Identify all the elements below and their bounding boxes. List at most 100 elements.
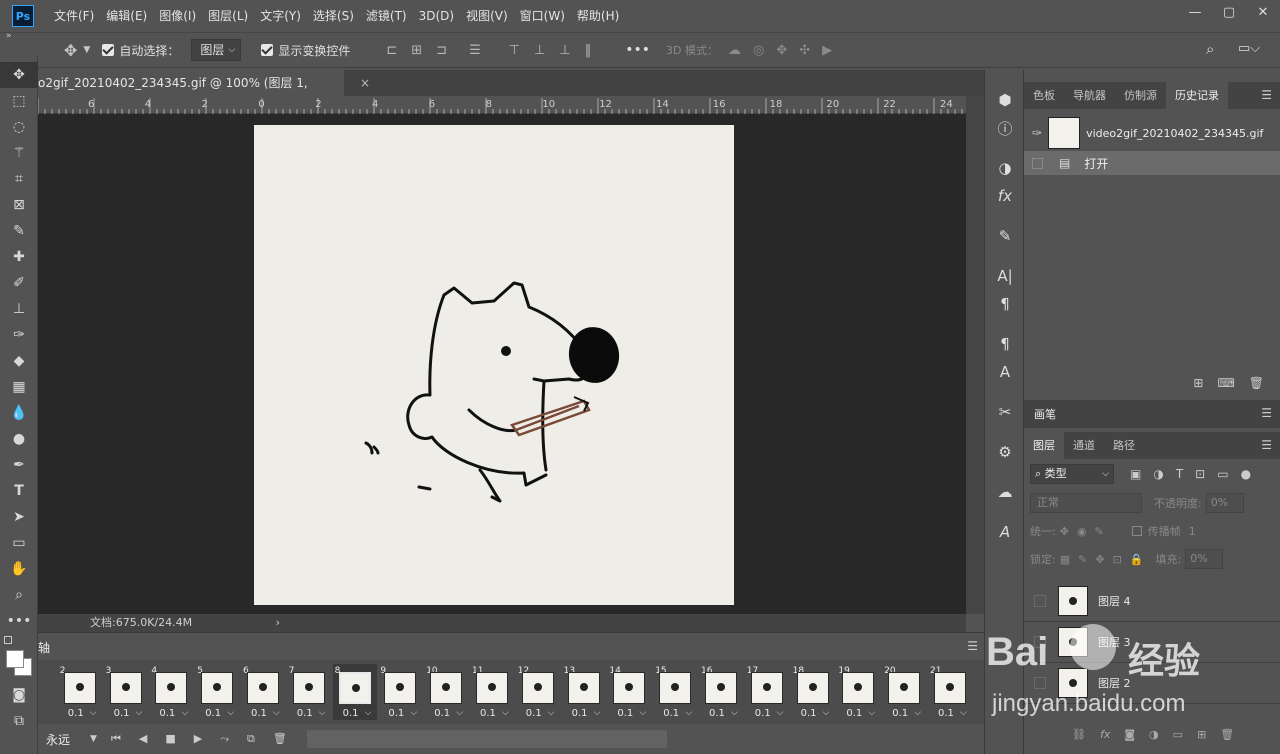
trash-icon[interactable]: 🗑 <box>1249 376 1264 390</box>
panel-tab[interactable]: 历史记录 <box>1166 82 1228 109</box>
chevron-down-icon[interactable]: ⌵ <box>548 708 555 718</box>
healing-brush-tool-icon[interactable]: ✚ <box>0 244 38 270</box>
search-icon[interactable]: ⌕ <box>1206 40 1214 58</box>
new-layer-icon[interactable]: ⊞ <box>1197 728 1206 741</box>
path-selection-tool-icon[interactable]: ➤ <box>0 504 38 530</box>
frame-delay[interactable]: 0.1 <box>114 708 130 719</box>
align-middle-icon[interactable]: ⊥ <box>534 43 545 58</box>
menu-item[interactable]: 文字(Y) <box>254 0 307 32</box>
chevron-down-icon[interactable]: ⌵ <box>273 708 280 718</box>
panel-menu-icon[interactable]: ☰ <box>1261 82 1272 109</box>
menu-item[interactable]: 图层(L) <box>202 0 254 32</box>
adjustment-layer-icon[interactable]: ◑ <box>1149 728 1159 741</box>
gradient-tool-icon[interactable]: ▦ <box>0 374 38 400</box>
chevron-down-icon[interactable]: ⌵ <box>685 708 692 718</box>
animation-frame[interactable]: 6 0.1 ⌵ <box>241 664 285 720</box>
frame-delay[interactable]: 0.1 <box>205 708 221 719</box>
frame-delay[interactable]: 0.1 <box>846 708 862 719</box>
animation-frame[interactable]: 7 0.1 ⌵ <box>287 664 331 720</box>
close-tab-icon[interactable]: × <box>360 70 370 96</box>
animation-frame[interactable]: 16 0.1 ⌵ <box>699 664 743 720</box>
properties-icon[interactable]: ⚙ <box>985 438 1025 466</box>
pen-tool-icon[interactable]: ✒ <box>0 452 38 478</box>
panel-tab[interactable]: 路径 <box>1104 432 1144 459</box>
stop-icon[interactable]: ■ <box>165 732 175 746</box>
duplicate-frame-icon[interactable]: ⧉ <box>247 732 255 746</box>
info-icon[interactable]: ⓘ <box>985 114 1025 142</box>
chevron-down-icon[interactable]: ⌵ <box>502 708 509 718</box>
shape-filter-icon[interactable]: ⊡ <box>1195 467 1205 481</box>
filter-toggle-icon[interactable]: ● <box>1241 467 1251 481</box>
frame-delay[interactable]: 0.1 <box>251 708 267 719</box>
more-options-icon[interactable]: ••• <box>625 42 650 58</box>
animation-frame[interactable]: 18 0.1 ⌵ <box>791 664 835 720</box>
glyphs-icon[interactable]: A <box>985 518 1025 546</box>
history-checkbox[interactable] <box>1032 157 1043 169</box>
distribute-h-icon[interactable]: ☰ <box>469 43 481 58</box>
eyedropper-tool-icon[interactable]: ✎ <box>0 218 38 244</box>
history-brush-source-icon[interactable]: ✑ <box>1032 126 1042 140</box>
panel-tab[interactable]: 图层 <box>1024 432 1064 459</box>
chevron-down-icon[interactable]: ⌵ <box>823 708 830 718</box>
chevron-down-icon[interactable]: ⌵ <box>960 708 967 718</box>
layer-visibility-toggle[interactable] <box>1034 636 1046 648</box>
new-group-icon[interactable]: ▭ <box>1173 728 1183 741</box>
character-icon[interactable]: A| <box>985 262 1025 290</box>
layer-name[interactable]: 图层 3 <box>1098 634 1131 650</box>
align-bottom-icon[interactable]: ⊥ <box>559 43 570 58</box>
foreground-color-swatch[interactable] <box>6 650 24 668</box>
propagate-checkbox[interactable] <box>1131 526 1142 536</box>
document-canvas[interactable] <box>254 125 734 605</box>
animation-frame[interactable]: 19 0.1 ⌵ <box>836 664 880 720</box>
animation-frame[interactable]: 14 0.1 ⌵ <box>607 664 651 720</box>
animation-frame[interactable]: 17 0.1 ⌵ <box>745 664 789 720</box>
3d-orbit-icon[interactable]: ☁ <box>728 43 741 58</box>
brush-settings-icon[interactable]: ✎ <box>985 222 1025 250</box>
eraser-tool-icon[interactable]: ◆ <box>0 348 38 374</box>
rectangle-tool-icon[interactable]: ▭ <box>0 530 38 556</box>
delete-frame-icon[interactable]: 🗑 <box>273 732 287 746</box>
3d-roll-icon[interactable]: ◎ <box>753 43 764 58</box>
document-tab[interactable]: o2gif_20210402_234345.gif @ 100% (图层 1, … <box>38 70 370 116</box>
chevron-down-icon[interactable]: ⌵ <box>777 708 784 718</box>
auto-select-checkbox[interactable]: 自动选择： <box>102 42 179 59</box>
previous-frame-icon[interactable]: ◀ <box>139 732 147 746</box>
first-frame-icon[interactable]: ⏮ <box>111 732 121 746</box>
animation-frame[interactable]: 20 0.1 ⌵ <box>882 664 926 720</box>
panel-tab[interactable]: 仿制源 <box>1115 82 1166 109</box>
menu-item[interactable]: 滤镜(T) <box>360 0 413 32</box>
animation-frame[interactable]: 3 0.1 ⌵ <box>104 664 148 720</box>
panel-tab[interactable]: 色板 <box>1024 82 1064 109</box>
frame-delay[interactable]: 0.1 <box>159 708 175 719</box>
panel-tab[interactable]: 导航器 <box>1064 82 1115 109</box>
move-tool-icon[interactable]: ✥ <box>0 62 38 88</box>
auto-select-target-dropdown[interactable]: 图层 ⌵ <box>191 39 242 61</box>
menu-item[interactable]: 3D(D) <box>413 0 460 32</box>
animation-frame[interactable]: 5 0.1 ⌵ <box>195 664 239 720</box>
minimize-icon[interactable]: — <box>1178 0 1212 24</box>
animation-frame[interactable]: 9 0.1 ⌵ <box>378 664 422 720</box>
quick-mask-icon[interactable]: ◙ <box>0 682 38 708</box>
menu-item[interactable]: 帮助(H) <box>571 0 625 32</box>
frame-delay[interactable]: 0.1 <box>572 708 588 719</box>
workspace-icon[interactable]: ▭⌵ <box>1238 41 1260 56</box>
layer-row[interactable]: 图层 4 <box>1024 581 1280 622</box>
move-tool-icon[interactable]: ✥ <box>64 41 77 60</box>
camera-icon[interactable]: ⌨ <box>1217 376 1234 390</box>
chevron-down-icon[interactable]: ⌵ <box>594 708 601 718</box>
frame-delay[interactable]: 0.1 <box>434 708 450 719</box>
3d-pan-icon[interactable]: ✥ <box>776 43 787 58</box>
menu-item[interactable]: 文件(F) <box>48 0 100 32</box>
layer-name[interactable]: 图层 4 <box>1098 593 1131 609</box>
paragraph-icon[interactable]: ¶ <box>985 290 1025 318</box>
menu-item[interactable]: 视图(V) <box>460 0 514 32</box>
chevron-down-icon[interactable]: ▼ <box>90 734 97 744</box>
3d-camera-icon[interactable]: ▶ <box>822 43 832 58</box>
chevron-down-icon[interactable]: ⌵ <box>90 708 97 718</box>
type-tool-icon[interactable]: T <box>0 478 38 504</box>
animation-frame[interactable]: 11 0.1 ⌵ <box>470 664 514 720</box>
frame-delay[interactable]: 0.1 <box>388 708 404 719</box>
animation-frame[interactable] <box>38 664 42 720</box>
animation-frame[interactable]: 2 0.1 ⌵ <box>58 664 102 720</box>
character-styles-icon[interactable]: A <box>985 358 1025 386</box>
